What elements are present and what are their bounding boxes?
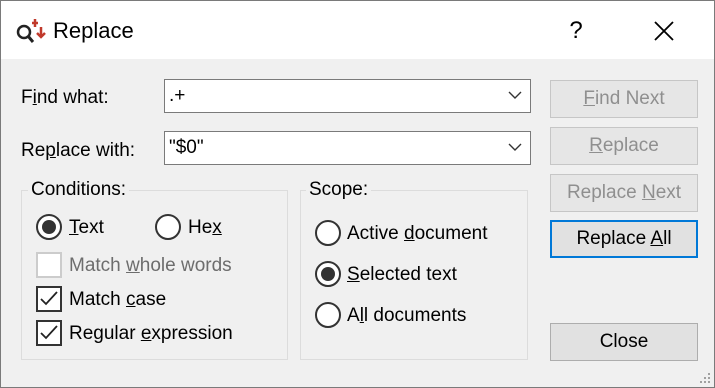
- all-documents-radio[interactable]: [315, 302, 341, 328]
- match-whole-words-checkbox[interactable]: [36, 252, 62, 278]
- resize-grip-icon[interactable]: [699, 372, 711, 384]
- match-case-checkbox[interactable]: [36, 286, 62, 312]
- replace-all-button[interactable]: Replace All: [550, 220, 698, 258]
- replace-button[interactable]: Replace: [550, 127, 698, 165]
- match-whole-words-label[interactable]: Match whole words: [69, 255, 232, 277]
- regular-expression-checkbox[interactable]: [36, 320, 62, 346]
- radio-dot: [321, 267, 335, 281]
- title-bar[interactable]: Replace ?: [1, 1, 714, 59]
- conditions-group-title: Conditions:: [28, 179, 130, 201]
- checkmark-icon: [40, 325, 58, 340]
- hex-radio-label[interactable]: Hex: [188, 217, 222, 239]
- close-button[interactable]: Close: [550, 323, 698, 361]
- find-replace-icon: [15, 15, 49, 45]
- find-what-value: .+: [169, 85, 186, 106]
- close-icon: [654, 21, 674, 41]
- active-document-radio[interactable]: [315, 220, 341, 246]
- selected-text-label[interactable]: Selected text: [347, 264, 457, 286]
- help-button[interactable]: ?: [549, 9, 603, 53]
- selected-text-radio[interactable]: [315, 261, 341, 287]
- text-radio-label[interactable]: Text: [69, 217, 104, 239]
- active-document-label[interactable]: Active document: [347, 223, 487, 245]
- match-case-label[interactable]: Match case: [69, 289, 166, 311]
- find-what-combobox[interactable]: .+: [164, 79, 531, 113]
- window-title: Replace: [53, 18, 134, 43]
- hex-radio[interactable]: [155, 214, 181, 240]
- chevron-down-icon[interactable]: [508, 91, 522, 100]
- replace-with-value: "$0": [169, 137, 204, 158]
- chevron-down-icon[interactable]: [508, 143, 522, 152]
- all-documents-label[interactable]: All documents: [347, 305, 466, 327]
- replace-with-label: Replace with:: [21, 140, 136, 161]
- text-radio[interactable]: [36, 214, 62, 240]
- find-what-label: Find what:: [21, 87, 109, 108]
- replace-with-combobox[interactable]: "$0": [164, 131, 531, 165]
- scope-group-title: Scope:: [306, 179, 372, 201]
- checkmark-icon: [40, 291, 58, 306]
- close-window-button[interactable]: [637, 9, 691, 53]
- replace-dialog: Replace ? Find what: .+ Replace with: "$…: [0, 0, 715, 388]
- replace-next-button[interactable]: Replace Next: [550, 174, 698, 212]
- radio-dot: [42, 220, 56, 234]
- find-next-button[interactable]: Find Next: [550, 80, 698, 118]
- regular-expression-label[interactable]: Regular expression: [69, 323, 233, 345]
